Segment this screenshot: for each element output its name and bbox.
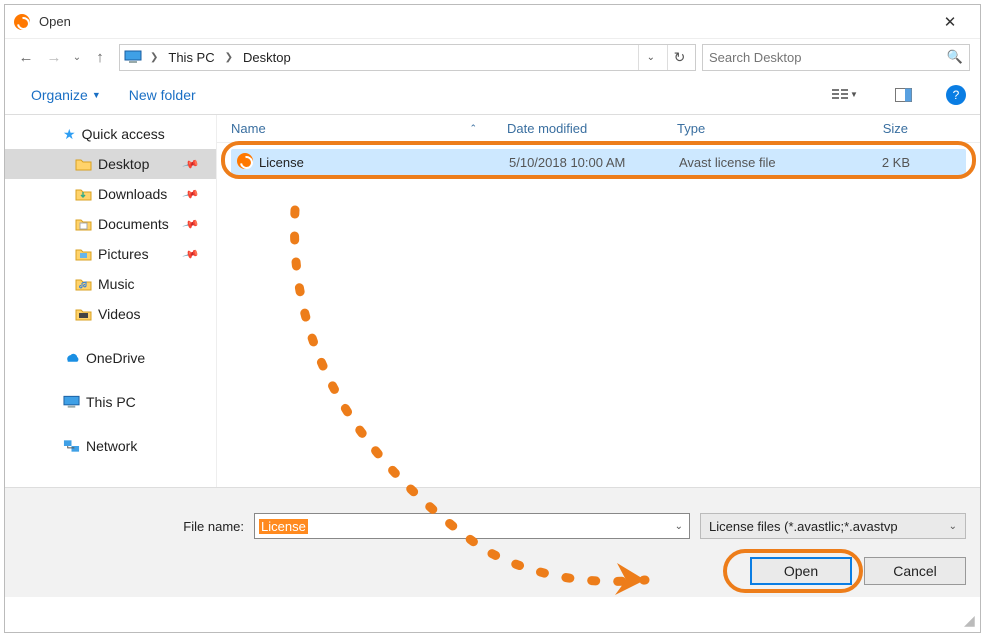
column-type[interactable]: Type <box>677 121 822 136</box>
breadcrumb[interactable]: ❯ This PC ❯ Desktop ⌄ ↻ <box>119 44 696 71</box>
pc-icon <box>122 46 144 68</box>
chevron-down-icon[interactable]: ⌄ <box>675 521 683 532</box>
sidebar-label: Desktop <box>98 156 149 172</box>
file-name-label: File name: <box>19 519 244 534</box>
sidebar-label: Music <box>98 276 135 292</box>
titlebar: Open ✕ <box>5 5 980 39</box>
sidebar-label: Videos <box>98 306 141 322</box>
organize-menu[interactable]: Organize ▼ <box>31 87 101 103</box>
file-type-filter[interactable]: License files (*.avastlic;*.avastvp ⌄ <box>700 513 966 539</box>
help-button[interactable]: ? <box>946 85 966 105</box>
sidebar-label: Network <box>86 438 137 454</box>
search-box[interactable]: 🔍 <box>702 44 970 71</box>
organize-label: Organize <box>31 87 88 103</box>
chevron-down-icon: ▼ <box>850 90 858 99</box>
sidebar-label: Downloads <box>98 186 167 202</box>
network-icon <box>63 439 80 453</box>
file-row[interactable]: License 5/10/2018 10:00 AM Avast license… <box>231 149 966 175</box>
back-button[interactable]: ← <box>13 44 39 70</box>
sort-indicator-icon: ⌃ <box>469 123 477 134</box>
sidebar: ★ Quick access Desktop 📌 Downloads 📌 <box>5 115 217 487</box>
sidebar-label: Documents <box>98 216 169 232</box>
nav-row: ← → ⌄ ↑ ❯ This PC ❯ Desktop ⌄ ↻ 🔍 <box>5 39 980 75</box>
column-headers: Name ⌃ Date modified Type Size <box>217 115 980 143</box>
sidebar-label: This PC <box>86 394 136 410</box>
footer: File name: License ⌄ License files (*.av… <box>5 487 980 597</box>
folder-icon <box>75 277 92 291</box>
folder-icon <box>75 247 92 261</box>
sidebar-music[interactable]: Music <box>5 269 216 299</box>
app-icon <box>13 13 31 31</box>
preview-pane-button[interactable] <box>888 83 918 107</box>
sidebar-downloads[interactable]: Downloads 📌 <box>5 179 216 209</box>
open-button[interactable]: Open <box>750 557 852 585</box>
chevron-right-icon: ❯ <box>223 52 235 63</box>
filter-label: License files (*.avastlic;*.avastvp <box>709 519 898 534</box>
sidebar-network[interactable]: Network <box>5 431 216 461</box>
star-icon: ★ <box>63 126 76 143</box>
sidebar-desktop[interactable]: Desktop 📌 <box>5 149 216 179</box>
chevron-right-icon: ❯ <box>148 52 160 63</box>
file-icon <box>237 153 253 172</box>
file-type: Avast license file <box>679 155 824 170</box>
pin-icon: 📌 <box>182 155 200 173</box>
file-name-input[interactable]: License ⌄ <box>254 513 690 539</box>
pin-icon: 📌 <box>182 185 200 203</box>
sidebar-this-pc[interactable]: This PC <box>5 387 216 417</box>
sidebar-documents[interactable]: Documents 📌 <box>5 209 216 239</box>
pin-icon: 📌 <box>182 215 200 233</box>
chevron-down-icon: ▼ <box>92 90 101 100</box>
pin-icon: 📌 <box>182 245 200 263</box>
sidebar-label: Pictures <box>98 246 149 262</box>
history-dropdown[interactable]: ⌄ <box>69 44 85 70</box>
address-dropdown[interactable]: ⌄ <box>638 45 663 70</box>
up-button[interactable]: ↑ <box>87 44 113 70</box>
view-options-button[interactable]: ▼ <box>830 83 860 107</box>
folder-icon <box>75 307 92 321</box>
folder-icon <box>75 187 92 201</box>
file-name-value: License <box>259 519 308 534</box>
sidebar-videos[interactable]: Videos <box>5 299 216 329</box>
folder-icon <box>75 217 92 231</box>
sidebar-quick-access[interactable]: ★ Quick access <box>5 119 216 149</box>
toolbar: Organize ▼ New folder ▼ ? <box>5 75 980 115</box>
window-title: Open <box>39 14 930 29</box>
cancel-button[interactable]: Cancel <box>864 557 966 585</box>
sidebar-label: Quick access <box>82 126 165 142</box>
column-date[interactable]: Date modified <box>507 121 677 136</box>
file-date: 5/10/2018 10:00 AM <box>509 155 679 170</box>
column-size[interactable]: Size <box>822 121 918 136</box>
file-name: License <box>259 155 304 170</box>
file-list: Name ⌃ Date modified Type Size License 5… <box>217 115 980 487</box>
chevron-down-icon: ⌄ <box>949 521 957 532</box>
resize-grip-icon[interactable]: ◢ <box>964 616 978 630</box>
file-size: 2 KB <box>824 155 920 170</box>
new-folder-button[interactable]: New folder <box>129 87 196 103</box>
sidebar-onedrive[interactable]: OneDrive <box>5 343 216 373</box>
forward-button[interactable]: → <box>41 44 67 70</box>
crumb-root[interactable]: This PC <box>164 50 218 65</box>
crumb-current[interactable]: Desktop <box>239 50 295 65</box>
sidebar-pictures[interactable]: Pictures 📌 <box>5 239 216 269</box>
cloud-icon <box>63 351 80 365</box>
main-area: ★ Quick access Desktop 📌 Downloads 📌 <box>5 115 980 487</box>
refresh-button[interactable]: ↻ <box>667 45 691 70</box>
close-button[interactable]: ✕ <box>930 8 970 36</box>
search-icon: 🔍 <box>947 49 963 65</box>
open-dialog: Open ✕ ← → ⌄ ↑ ❯ This PC ❯ Desktop ⌄ ↻ 🔍 <box>4 4 981 633</box>
pc-icon <box>63 395 80 409</box>
search-input[interactable] <box>709 50 947 65</box>
folder-icon <box>75 157 92 171</box>
sidebar-label: OneDrive <box>86 350 145 366</box>
column-name[interactable]: Name ⌃ <box>217 121 507 136</box>
